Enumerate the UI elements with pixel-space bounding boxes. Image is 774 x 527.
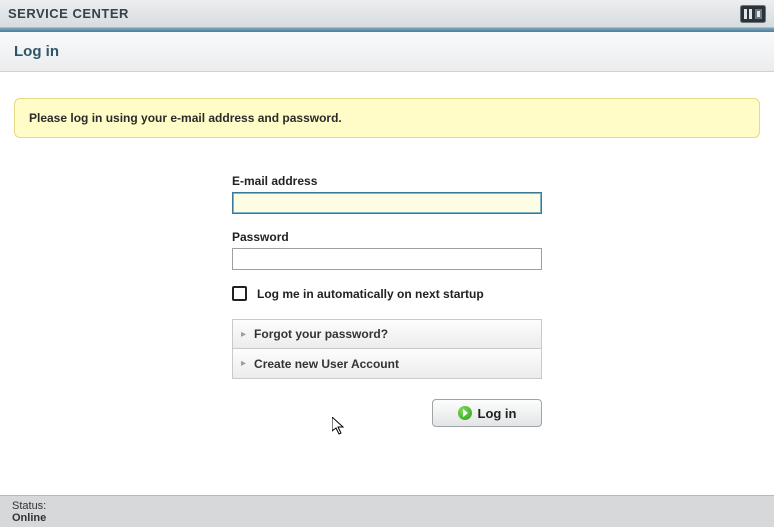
login-form: E-mail address Password Log me in automa… <box>232 174 542 427</box>
auto-login-checkbox[interactable] <box>232 286 247 301</box>
create-account-label: Create new User Account <box>254 357 399 371</box>
content-area: Please log in using your e-mail address … <box>0 72 774 427</box>
chevron-right-icon: ▸ <box>241 358 246 369</box>
info-banner: Please log in using your e-mail address … <box>14 98 760 138</box>
info-banner-text: Please log in using your e-mail address … <box>29 111 342 125</box>
login-button-label: Log in <box>478 406 517 421</box>
cursor-icon <box>332 417 348 437</box>
page-title: Log in <box>14 43 59 60</box>
play-icon <box>458 406 472 420</box>
password-field[interactable] <box>232 248 542 270</box>
forgot-password-label: Forgot your password? <box>254 327 388 341</box>
status-value: Online <box>12 512 762 524</box>
titlebar: SERVICE CENTER <box>0 0 774 28</box>
create-account-link[interactable]: ▸ Create new User Account <box>232 349 542 379</box>
password-row: Password <box>232 230 542 270</box>
forgot-password-link[interactable]: ▸ Forgot your password? <box>232 319 542 349</box>
brand-logo-icon <box>740 5 766 23</box>
page-header: Log in <box>0 32 774 72</box>
email-field[interactable] <box>232 192 542 214</box>
password-label: Password <box>232 230 542 244</box>
app-title: SERVICE CENTER <box>8 6 129 21</box>
auto-login-label: Log me in automatically on next startup <box>257 287 484 301</box>
chevron-right-icon: ▸ <box>241 329 246 340</box>
email-row: E-mail address <box>232 174 542 214</box>
auto-login-row: Log me in automatically on next startup <box>232 286 542 301</box>
status-label: Status: <box>12 500 762 512</box>
login-button[interactable]: Log in <box>432 399 542 427</box>
status-bar: Status: Online <box>0 495 774 527</box>
email-label: E-mail address <box>232 174 542 188</box>
login-button-row: Log in <box>232 399 542 427</box>
